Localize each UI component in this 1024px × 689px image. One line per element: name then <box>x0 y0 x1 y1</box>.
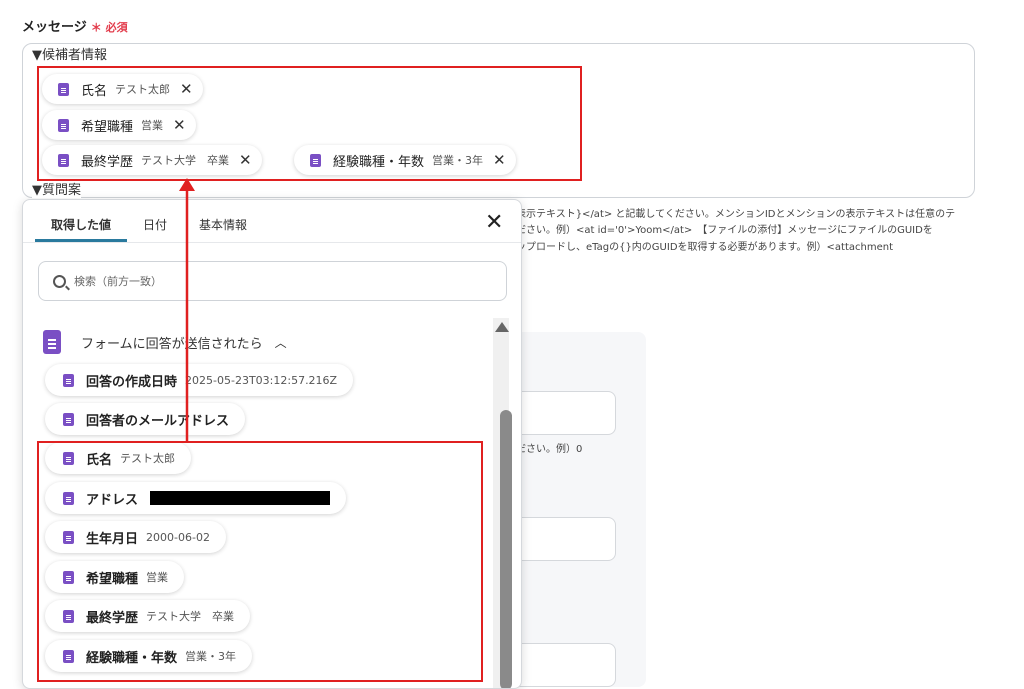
help-text-example: ださい。例）0 <box>516 444 583 455</box>
document-icon <box>63 373 74 387</box>
arrow-head <box>179 178 195 191</box>
tab-divider <box>23 242 521 243</box>
highlight-box-picker-items <box>37 441 483 682</box>
required-indicator: ＊ 必須 <box>91 21 128 34</box>
item-label: 回答の作成日時 <box>86 374 178 390</box>
document-icon <box>63 412 74 426</box>
scrollbar-thumb[interactable] <box>500 410 512 688</box>
message-line-question: ▼質問案 <box>32 183 81 198</box>
message-field-label: メッセージ＊ 必須 <box>22 16 128 35</box>
help-text-line3: ップロードし、eTagの{}内のGUIDを取得する必要があります。例）<atta… <box>516 242 893 253</box>
highlight-box-message-chips <box>37 66 582 181</box>
message-line-candidate-info: ▼候補者情報 <box>32 48 107 63</box>
tab-acquired-values[interactable]: 取得した値 <box>51 216 111 233</box>
item-label: 回答者のメールアドレス <box>86 413 230 429</box>
help-text-line2: ださい。例）<at id='0'>Yoom</at> 【ファイルの添付】メッセー… <box>516 225 933 236</box>
section-title: フォームに回答が送信されたら <box>81 336 263 352</box>
search-input[interactable]: 検索（前方一致） <box>38 261 507 301</box>
tab-basic-info[interactable]: 基本情報 <box>199 216 247 233</box>
chevron-up-icon[interactable]: ︿ <box>275 334 287 351</box>
form-icon <box>43 330 61 354</box>
search-icon <box>53 274 66 288</box>
field-label-text: メッセージ <box>22 20 87 35</box>
help-text-line1: 表示テキスト}</at> と記載してください。メンションIDとメンションの表示テ… <box>516 209 956 220</box>
close-icon[interactable]: ✕ <box>485 210 503 235</box>
section-form-submitted[interactable]: フォームに回答が送信されたら ︿ <box>43 330 287 354</box>
item-value: 2025-05-23T03:12:57.216Z <box>185 373 338 387</box>
search-placeholder: 検索（前方一致） <box>74 275 162 288</box>
tab-date[interactable]: 日付 <box>143 216 167 233</box>
picker-item-response-created-at[interactable]: 回答の作成日時 2025-05-23T03:12:57.216Z <box>45 364 354 396</box>
highlight-arrow <box>179 178 195 443</box>
required-asterisk: ＊ <box>90 21 102 34</box>
scroll-up-arrow-icon[interactable] <box>495 322 509 332</box>
picker-item-respondent-email[interactable]: 回答者のメールアドレス <box>45 403 246 435</box>
required-text: 必須 <box>105 21 128 34</box>
